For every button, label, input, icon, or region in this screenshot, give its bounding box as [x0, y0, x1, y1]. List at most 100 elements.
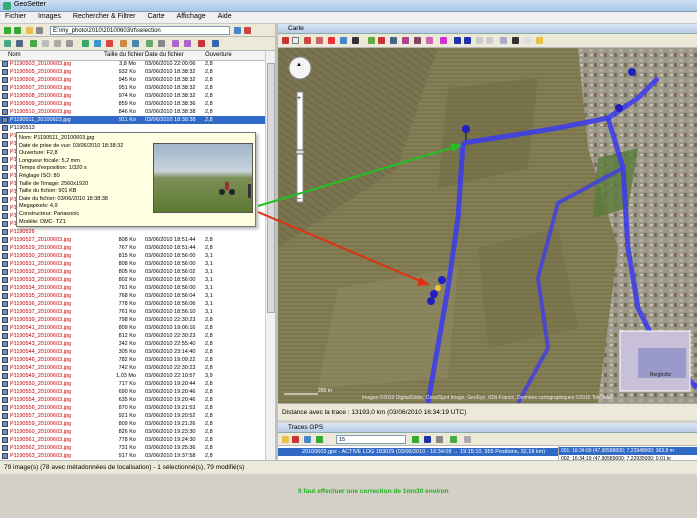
- file-row[interactable]: P1190557_20100603.jpg 921 Ko 03/06/2010 19…: [0, 412, 265, 420]
- file-row[interactable]: P1190509_20100603.jpg 859 Ko 03/06/2010 18…: [0, 100, 265, 108]
- file-row[interactable]: P1190508_20100603.jpg 974 Ko 03/06/2010 18…: [0, 92, 265, 100]
- file-row[interactable]: P1190544_20100603.jpg 305 Ko 03/06/2010 23…: [0, 348, 265, 356]
- crosshair-icon[interactable]: [352, 37, 359, 44]
- file-row[interactable]: P1190536_20100603.jpg 778 Ko 03/06/2010 18…: [0, 300, 265, 308]
- file-row[interactable]: P1190547_20100603.jpg 742 Ko 03/06/2010 22…: [0, 364, 265, 372]
- open-track-icon[interactable]: [282, 436, 289, 443]
- satellite-map[interactable]: Bergholtz 200 m: [278, 48, 697, 403]
- file-row[interactable]: P1190526: [0, 228, 265, 236]
- map-view[interactable]: Bergholtz 200 m ▲ + − Images ©2010 Digit…: [278, 48, 697, 403]
- file-row[interactable]: P1190560_20100603.jpg 826 Ko 03/06/2010 19…: [0, 428, 265, 436]
- help-icon[interactable]: [292, 37, 299, 44]
- remove-marker-icon[interactable]: [378, 37, 385, 44]
- file-row[interactable]: P1190513: [0, 124, 265, 132]
- target-icon[interactable]: [340, 37, 347, 44]
- file-row[interactable]: P1190535_20100603.jpg 768 Ko 03/06/2010 18…: [0, 292, 265, 300]
- favorites-icon[interactable]: [536, 37, 543, 44]
- pin-icon[interactable]: [304, 37, 311, 44]
- file-row[interactable]: P1190511_20100603.jpg 911 Ko 03/06/2010 18…: [0, 116, 265, 124]
- tag-icon[interactable]: [120, 40, 127, 47]
- menu-images[interactable]: Images: [33, 12, 66, 21]
- more-icon[interactable]: [464, 436, 471, 443]
- prev-icon[interactable]: [476, 37, 483, 44]
- file-row[interactable]: P1190539_20100603.jpg 798 Ko 03/06/2010 22…: [0, 316, 265, 324]
- file-row[interactable]: P1190507_20100603.jpg 951 Ko 03/06/2010 18…: [0, 84, 265, 92]
- sync-icon[interactable]: [146, 40, 153, 47]
- folder-icon[interactable]: [26, 27, 33, 34]
- file-row[interactable]: P1190549_20100603.jpg 1,03 Mo 03/06/2010 2…: [0, 372, 265, 380]
- next-icon[interactable]: [486, 37, 493, 44]
- file-row[interactable]: P1190510_20100603.jpg 846 Ko 03/06/2010 18…: [0, 108, 265, 116]
- file-row[interactable]: P1190527_20100603.jpg 808 Ko 03/06/2010 18…: [0, 236, 265, 244]
- remove-track-icon[interactable]: [292, 436, 299, 443]
- file-row[interactable]: P1190532_20100603.jpg 805 Ko 03/06/2010 18…: [0, 268, 265, 276]
- track-icon[interactable]: [426, 37, 433, 44]
- file-row[interactable]: P1190541_20100603.jpg 809 Ko 03/06/2010 19…: [0, 324, 265, 332]
- file-row[interactable]: P1190563_20100603.jpg 917 Ko 03/06/2010 19…: [0, 452, 265, 460]
- file-row[interactable]: P1190529_20100603.jpg 767 Ko 03/06/2010 18…: [0, 244, 265, 252]
- paste-icon[interactable]: [66, 40, 73, 47]
- sort-icon[interactable]: [16, 40, 23, 47]
- pin-red-icon[interactable]: [316, 37, 323, 44]
- file-row[interactable]: P1190537_20100603.jpg 761 Ko 03/06/2010 18…: [0, 308, 265, 316]
- file-row[interactable]: P1190506_20100603.jpg 945 Ko 03/06/2010 18…: [0, 76, 265, 84]
- file-row[interactable]: P1190562_20100603.jpg 731 Ko 03/06/2010 19…: [0, 444, 265, 452]
- area-icon[interactable]: [368, 37, 375, 44]
- file-row[interactable]: P1190546_20100603.jpg 782 Ko 03/06/2010 19…: [0, 356, 265, 364]
- select-all-icon[interactable]: [42, 40, 49, 47]
- search-icon[interactable]: [524, 37, 531, 44]
- save-icon[interactable]: [198, 40, 205, 47]
- column-aperture[interactable]: Ouverture: [205, 52, 232, 58]
- stop-icon[interactable]: [244, 27, 251, 34]
- map-zoom-control[interactable]: ▲ + −: [286, 56, 316, 208]
- column-size[interactable]: Taille du fichier: [104, 52, 144, 58]
- file-row[interactable]: P1190554_20100603.jpg 635 Ko 03/06/2010 19…: [0, 396, 265, 404]
- track-show-icon[interactable]: [412, 436, 419, 443]
- menu-affichage[interactable]: Affichage: [172, 12, 211, 21]
- track-point-row[interactable]: 001: 16:34:09 (47,90588000; 7,22948000; …: [559, 447, 697, 455]
- file-row[interactable]: P1190542_20100603.jpg 812 Ko 03/06/2010 22…: [0, 332, 265, 340]
- back-icon[interactable]: [4, 27, 11, 34]
- copy-icon[interactable]: [54, 40, 61, 47]
- file-row[interactable]: P1190534_20100603.jpg 761 Ko 03/06/2010 18…: [0, 284, 265, 292]
- globe-icon[interactable]: [212, 40, 219, 47]
- file-row[interactable]: P1190530_20100603.jpg 815 Ko 03/06/2010 18…: [0, 252, 265, 260]
- file-list-scrollbar[interactable]: [265, 51, 275, 460]
- menu-fichier[interactable]: Fichier: [0, 12, 31, 21]
- file-row[interactable]: P1190503_20100603.jpg 3,8 Mo 03/06/2010 22…: [0, 61, 265, 68]
- column-name[interactable]: Nom: [8, 52, 21, 58]
- track-info-icon[interactable]: [436, 436, 443, 443]
- arrow-down-icon[interactable]: [464, 37, 471, 44]
- arrow-left-icon[interactable]: [454, 37, 461, 44]
- add-icon[interactable]: [30, 40, 37, 47]
- highlight-icon[interactable]: [440, 37, 447, 44]
- bookmark-icon[interactable]: [500, 37, 507, 44]
- column-date[interactable]: Date du fichier: [145, 52, 184, 58]
- route-icon[interactable]: [414, 37, 421, 44]
- file-row[interactable]: P1190561_20100603.jpg 778 Ko 03/06/2010 19…: [0, 436, 265, 444]
- file-row[interactable]: P1190556_20100603.jpg 870 Ko 03/06/2010 19…: [0, 404, 265, 412]
- file-list[interactable]: P1190503_20100603.jpg 3,8 Mo 03/06/2010 22…: [0, 61, 265, 460]
- marker-icon[interactable]: [282, 37, 289, 44]
- track-settings-icon[interactable]: [304, 436, 311, 443]
- path-input[interactable]: E:\my_photo\2010\20100603\rt\selection: [50, 26, 230, 35]
- delete-icon[interactable]: [106, 40, 113, 47]
- up-icon[interactable]: [36, 27, 43, 34]
- refresh-icon[interactable]: [234, 27, 241, 34]
- track-row[interactable]: 20100603.gpx - ACTIVE LOG 183029 (03/06/…: [278, 448, 558, 456]
- plus-icon[interactable]: [512, 37, 519, 44]
- menu-carte[interactable]: Carte: [142, 12, 169, 21]
- file-row[interactable]: P1190553_20100603.jpg 690 Ko 03/06/2010 19…: [0, 388, 265, 396]
- forward-icon[interactable]: [14, 27, 21, 34]
- zoom-fit-icon[interactable]: [390, 37, 397, 44]
- scrollbar-thumb[interactable]: [267, 63, 275, 313]
- file-row[interactable]: P1190543_20100603.jpg 342 Ko 03/06/2010 22…: [0, 340, 265, 348]
- rotate-left-icon[interactable]: [172, 40, 179, 47]
- file-row[interactable]: P1190550_20100603.jpg 717 Ko 03/06/2010 19…: [0, 380, 265, 388]
- file-row[interactable]: P1190505_20100603.jpg 932 Ko 03/06/2010 18…: [0, 68, 265, 76]
- menu-aide[interactable]: Aide: [213, 12, 237, 21]
- layers-icon[interactable]: [402, 37, 409, 44]
- filter-icon[interactable]: [4, 40, 11, 47]
- undo-icon[interactable]: [158, 40, 165, 47]
- menu-rechercher[interactable]: Rechercher & Filtrer: [68, 12, 141, 21]
